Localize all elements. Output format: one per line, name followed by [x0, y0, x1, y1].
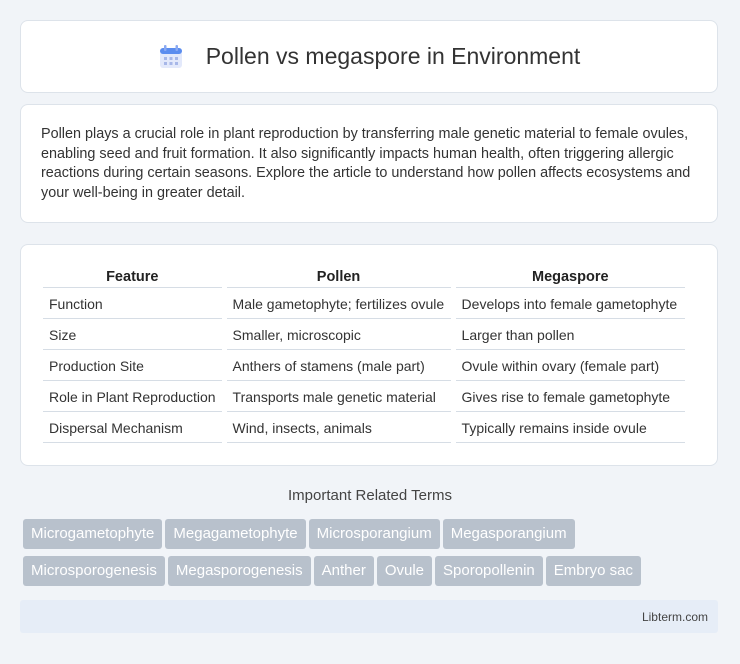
table-cell: Ovule within ovary (female part): [455, 350, 685, 381]
term-tag[interactable]: Sporopollenin: [435, 556, 543, 586]
term-tag[interactable]: Embryo sac: [545, 556, 641, 586]
term-tag[interactable]: Microgametophyte: [23, 519, 163, 549]
intro-card: Pollen plays a crucial role in plant rep…: [20, 104, 718, 223]
table-cell: Production Site: [43, 350, 222, 381]
table-cell: Dispersal Mechanism: [43, 412, 222, 443]
footer: Libterm.com: [20, 600, 718, 633]
term-tag[interactable]: Megasporangium: [442, 519, 575, 549]
term-tag[interactable]: Megasporogenesis: [167, 556, 311, 586]
table-cell: Typically remains inside ovule: [455, 412, 685, 443]
table-cell: Develops into female gametophyte: [455, 288, 685, 319]
term-tag[interactable]: Microsporogenesis: [23, 556, 165, 586]
column-header: Megaspore: [455, 263, 685, 288]
table-cell: Anthers of stamens (male part): [226, 350, 451, 381]
table-row: Size Smaller, microscopic Larger than po…: [43, 319, 685, 350]
table-row: Dispersal Mechanism Wind, insects, anima…: [43, 412, 685, 443]
term-tag[interactable]: Ovule: [376, 556, 433, 586]
table-cell: Larger than pollen: [455, 319, 685, 350]
comparison-card: Feature Pollen Megaspore Function Male g…: [20, 244, 718, 466]
table-cell: Gives rise to female gametophyte: [455, 381, 685, 412]
intro-text: Pollen plays a crucial role in plant rep…: [41, 126, 691, 201]
table-row: Role in Plant Reproduction Transports ma…: [43, 381, 685, 412]
table-cell: Male gametophyte; fertilizes ovule: [226, 288, 451, 319]
calendar-icon: [158, 44, 184, 70]
column-header: Feature: [43, 263, 222, 288]
related-terms-list: Microgametophyte Megagametophyte Microspor…: [23, 519, 723, 593]
table-cell: Transports male genetic material: [226, 381, 451, 412]
table-header-row: Feature Pollen Megaspore: [43, 263, 685, 288]
term-tag[interactable]: Microsporangium: [308, 519, 440, 549]
header-card: Pollen vs megaspore in Environment: [20, 20, 718, 93]
table-cell: Size: [43, 319, 222, 350]
column-header: Pollen: [226, 263, 451, 288]
page-title: Pollen vs megaspore in Environment: [205, 43, 581, 69]
table-cell: Smaller, microscopic: [226, 319, 451, 350]
footer-link[interactable]: Libterm.com: [642, 610, 708, 624]
table-cell: Wind, insects, animals: [226, 412, 451, 443]
table-cell: Function: [43, 288, 222, 319]
table-row: Function Male gametophyte; fertilizes ov…: [43, 288, 685, 319]
comparison-table: Feature Pollen Megaspore Function Male g…: [38, 263, 690, 443]
related-terms-title: Important Related Terms: [288, 487, 452, 504]
table-cell: Role in Plant Reproduction: [43, 381, 222, 412]
table-row: Production Site Anthers of stamens (male…: [43, 350, 685, 381]
term-tag[interactable]: Megagametophyte: [165, 519, 306, 549]
term-tag[interactable]: Anther: [313, 556, 374, 586]
